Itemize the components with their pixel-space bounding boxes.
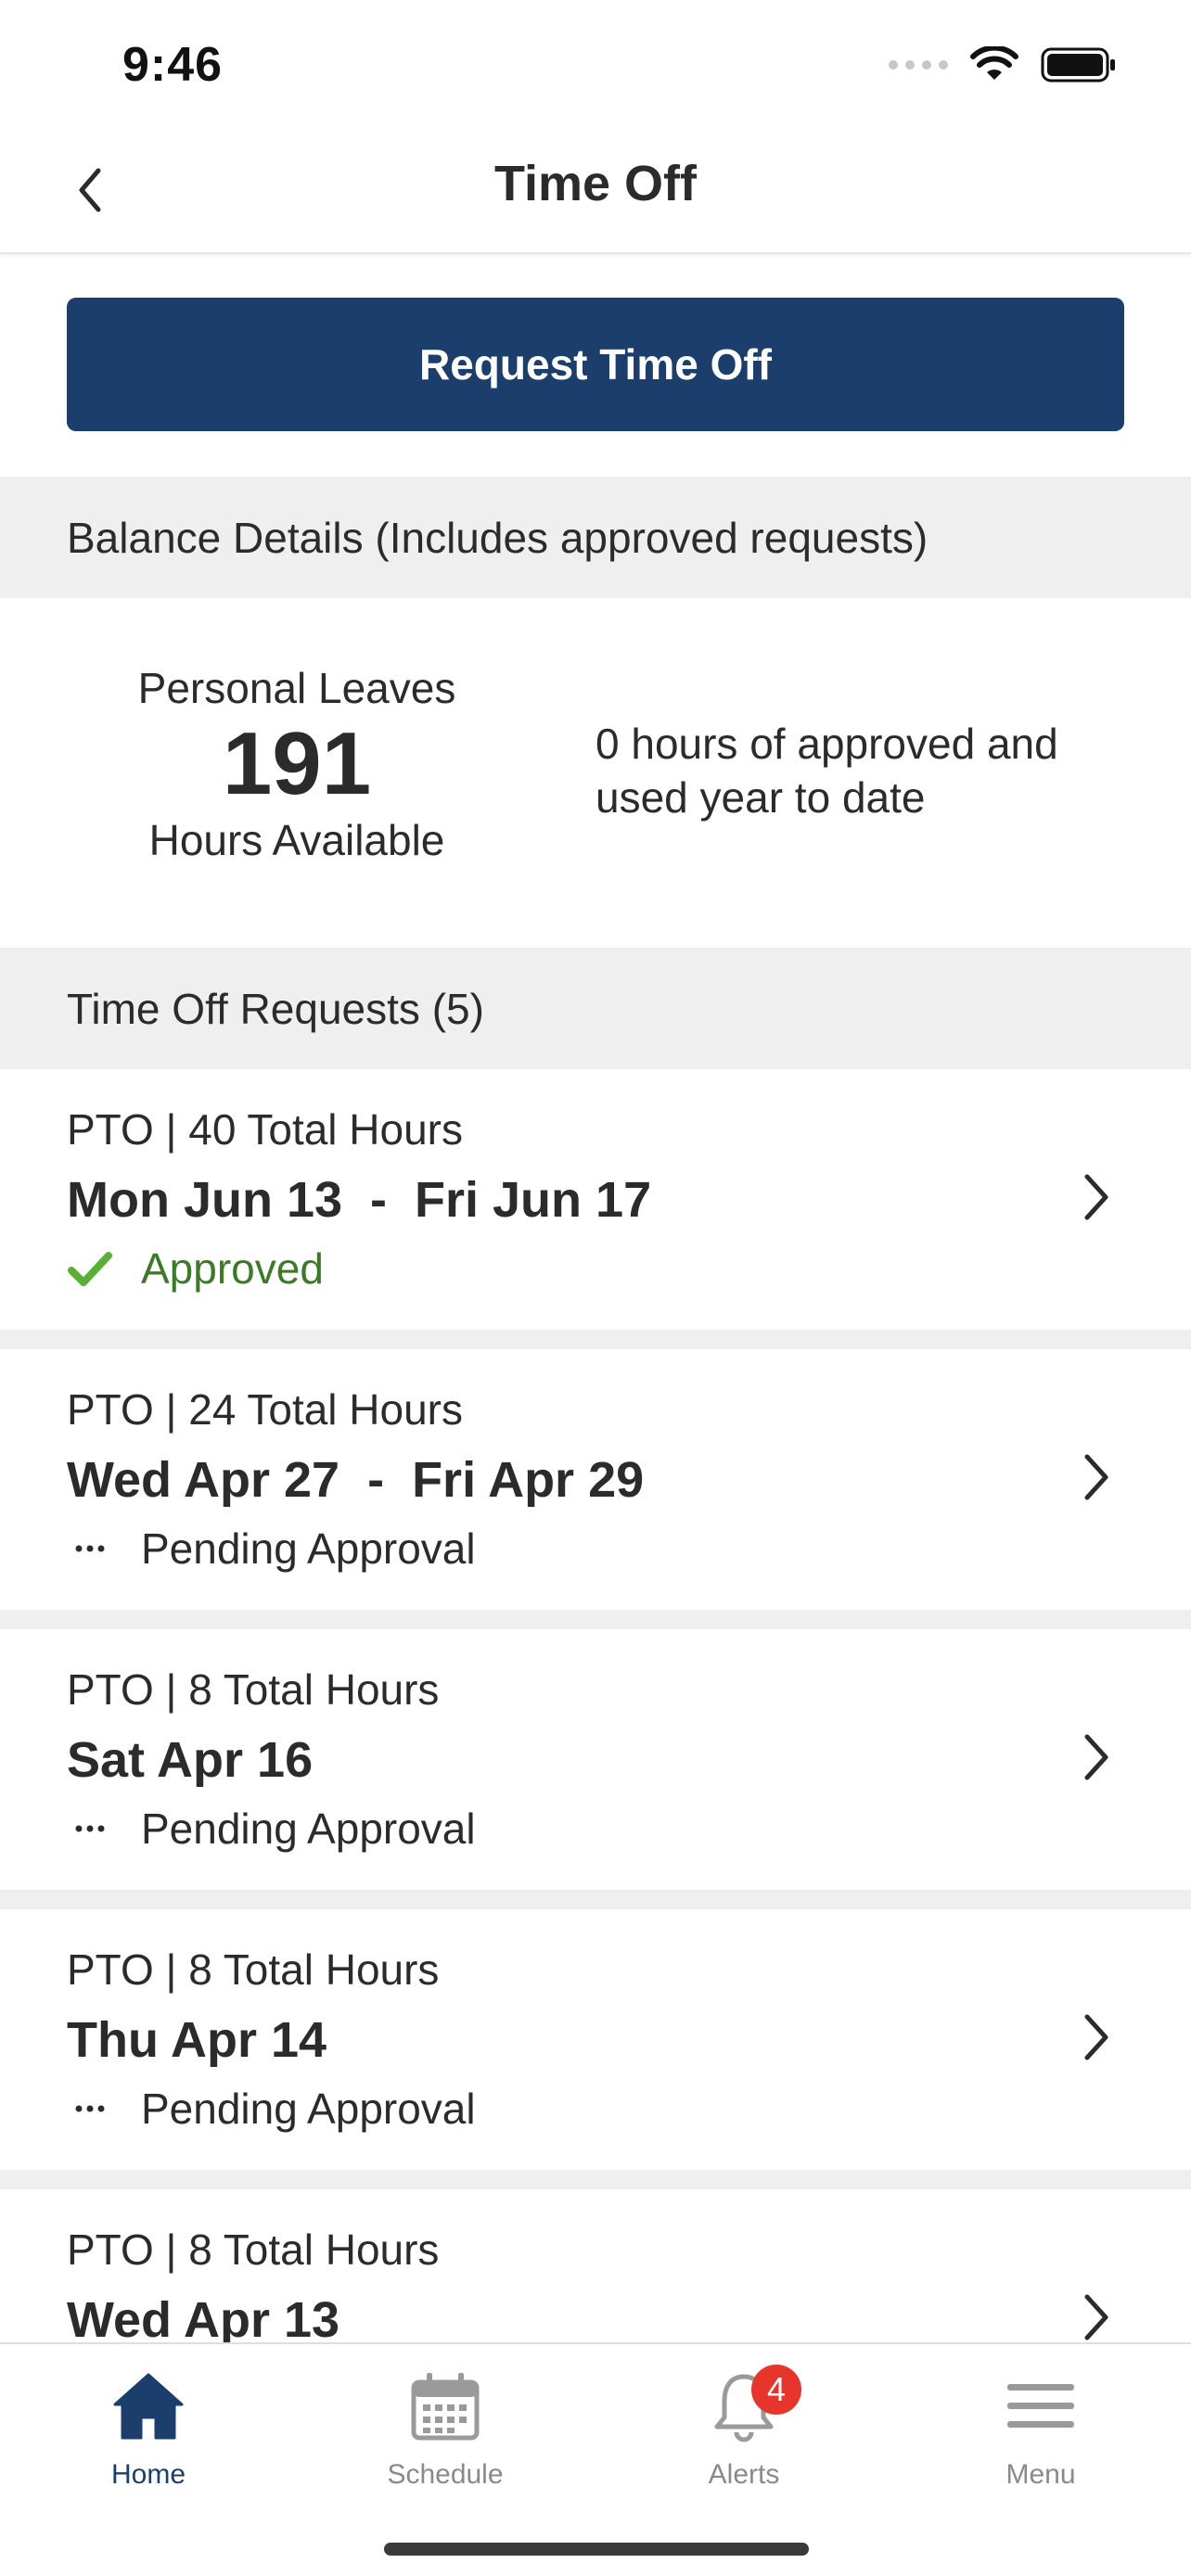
request-item[interactable]: PTO | 40 Total Hours Mon Jun 13 - Fri Ju… [0, 1069, 1191, 1330]
request-time-off-button[interactable]: Request Time Off [67, 298, 1124, 431]
request-status: Pending Approval [67, 1804, 476, 1854]
chevron-right-icon [1084, 1174, 1108, 1220]
request-status-label: Approved [141, 1244, 324, 1293]
request-status: Approved [67, 1243, 324, 1294]
status-icons [889, 46, 1117, 83]
request-status: Pending Approval [67, 1524, 476, 1574]
balance-used-summary: 0 hours of approved and used year to dat… [596, 720, 1058, 822]
request-summary: PTO | 8 Total Hours [67, 1945, 440, 1994]
tab-menu[interactable]: Menu [939, 2365, 1143, 2491]
balance-unit: Hours Available [148, 816, 445, 864]
divider [0, 1890, 1191, 1909]
ellipsis-icon [67, 1805, 113, 1852]
tab-bar: Home Schedule 4 Alerts Menu [0, 2342, 1191, 2576]
request-status: Pending Approval [67, 2084, 476, 2134]
divider [0, 1330, 1191, 1349]
divider [0, 1610, 1191, 1629]
cellular-signal-icon [889, 60, 948, 70]
battery-icon [1041, 47, 1115, 83]
balance-value: 191 [222, 714, 372, 813]
request-status-label: Pending Approval [141, 1524, 476, 1573]
divider [0, 2170, 1191, 2189]
checkmark-icon [67, 1245, 113, 1292]
tab-label: Alerts [708, 2459, 780, 2490]
request-item[interactable]: PTO | 24 Total Hours Wed Apr 27 - Fri Ap… [0, 1349, 1191, 1610]
balance-details: Personal Leaves 191 Hours Available 0 ho… [0, 598, 1191, 948]
request-dates: Sat Apr 16 [67, 1732, 314, 1788]
chevron-right-icon [1084, 2014, 1108, 2060]
request-dates: Thu Apr 14 [67, 2012, 327, 2068]
tab-alerts[interactable]: 4 Alerts [642, 2365, 846, 2491]
tab-label: Menu [1005, 2459, 1076, 2490]
request-summary: PTO | 8 Total Hours [67, 1665, 440, 1714]
tab-label: Home [110, 2459, 186, 2490]
ellipsis-icon [67, 2085, 113, 2132]
chevron-right-icon [1084, 1454, 1108, 1500]
alerts-badge: 4 [751, 2365, 801, 2415]
tab-schedule[interactable]: Schedule [343, 2365, 547, 2491]
wifi-icon [970, 46, 1018, 80]
request-summary: PTO | 8 Total Hours [67, 2225, 440, 2274]
menu-icon [939, 2365, 1143, 2448]
status-bar: 9:46 [0, 0, 1191, 130]
ellipsis-icon [67, 1525, 113, 1572]
request-status-label: Pending Approval [141, 2085, 476, 2133]
request-summary: PTO | 24 Total Hours [67, 1385, 464, 1434]
request-status-label: Pending Approval [141, 1804, 476, 1853]
balance-section-header: Balance Details (Includes approved reque… [0, 477, 1191, 598]
chevron-right-icon [1084, 1734, 1108, 1780]
home-indicator[interactable] [384, 2543, 809, 2556]
request-dates: Mon Jun 13 - Fri Jun 17 [67, 1172, 652, 1228]
home-icon [46, 2365, 250, 2448]
request-item[interactable]: PTO | 8 Total Hours Sat Apr 16 Pending A… [0, 1629, 1191, 1890]
page-title: Time Off [493, 156, 698, 211]
tab-label: Schedule [387, 2459, 504, 2490]
status-time: 9:46 [122, 38, 224, 92]
navigation-bar: Time Off [0, 130, 1191, 254]
request-dates: Wed Apr 13 [67, 2292, 340, 2348]
bell-icon: 4 [642, 2365, 846, 2448]
request-item[interactable]: PTO | 8 Total Hours Thu Apr 14 Pending A… [0, 1909, 1191, 2170]
chevron-right-icon [1084, 2294, 1108, 2340]
requests-section-header: Time Off Requests (5) [0, 948, 1191, 1069]
request-dates: Wed Apr 27 - Fri Apr 29 [67, 1452, 645, 1508]
tab-home[interactable]: Home [46, 2365, 250, 2491]
balance-type: Personal Leaves [137, 664, 456, 712]
request-summary: PTO | 40 Total Hours [67, 1105, 464, 1154]
balance-summary: Personal Leaves 191 Hours Available [83, 663, 510, 865]
calendar-icon [343, 2365, 547, 2448]
